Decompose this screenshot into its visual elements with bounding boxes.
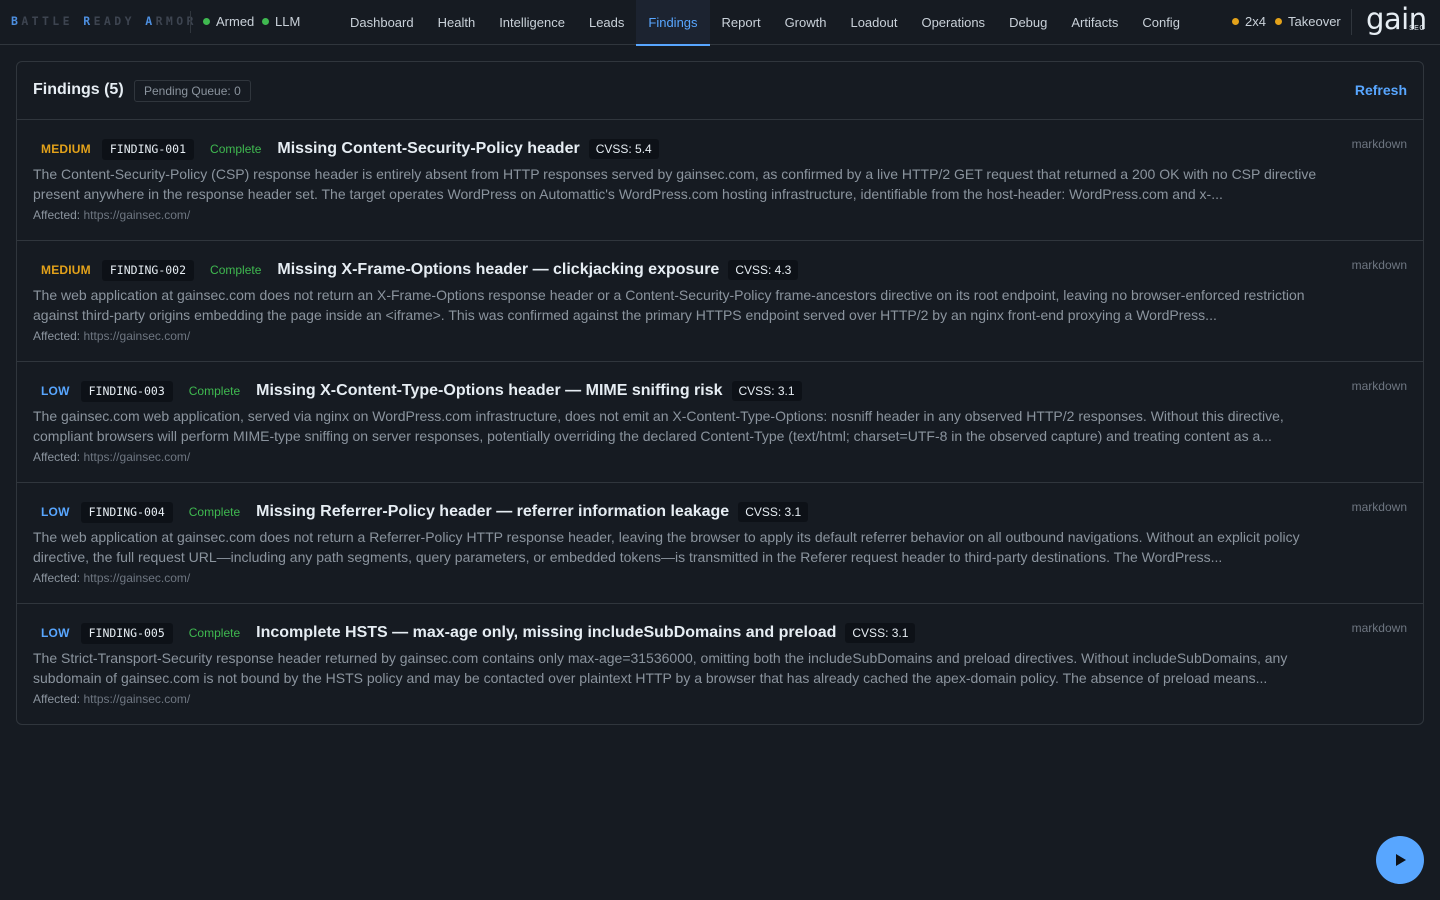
refresh-button[interactable]: Refresh (1355, 82, 1407, 98)
severity-badge: LOW (41, 505, 70, 519)
status-dot-icon (262, 18, 269, 25)
affected-label: Affected: (33, 692, 81, 706)
finding-title[interactable]: Incomplete HSTS — max-age only, missing … (256, 624, 836, 642)
brand-word: ATTLE (21, 14, 84, 28)
cvss-badge: CVSS: 3.1 (731, 381, 802, 401)
nav-tab-config[interactable]: Config (1130, 0, 1192, 45)
finding-affected: Affected: https://gainsec.com/ (33, 329, 190, 343)
gainsec-logo: gain SEC (1366, 2, 1428, 37)
finding-description: The gainsec.com web application, served … (33, 408, 1284, 444)
finding-affected: Affected: https://gainsec.com/ (33, 571, 190, 585)
status-label: Complete (210, 263, 262, 277)
affected-label: Affected: (33, 329, 81, 343)
play-icon (1396, 854, 1406, 866)
finding-affected: Affected: https://gainsec.com/ (33, 208, 190, 222)
status-label: Complete (188, 505, 241, 519)
finding-description: The web application at gainsec.com does … (33, 287, 1305, 323)
affected-url[interactable]: https://gainsec.com/ (84, 692, 191, 706)
armed-label: Armed (216, 14, 255, 29)
finding-row[interactable]: MEDIUM FINDING-002 Complete Missing X-Fr… (17, 241, 1423, 362)
nav-tab-dashboard[interactable]: Dashboard (338, 0, 426, 45)
status-dot-icon (203, 18, 210, 25)
status-dot-icon (1275, 18, 1282, 25)
finding-title[interactable]: Missing X-Content-Type-Options header — … (256, 382, 722, 400)
cvss-badge: CVSS: 5.4 (588, 139, 659, 159)
affected-url[interactable]: https://gainsec.com/ (84, 208, 191, 222)
severity-badge: MEDIUM (41, 142, 91, 156)
takeover-label: Takeover (1288, 14, 1341, 29)
grid-status[interactable]: 2x4 (1232, 14, 1266, 29)
finding-row[interactable]: LOW FINDING-003 Complete Missing X-Conte… (17, 362, 1423, 483)
finding-affected: Affected: https://gainsec.com/ (33, 450, 190, 464)
finding-id: FINDING-005 (80, 622, 173, 644)
markdown-link[interactable]: markdown (1352, 621, 1407, 635)
armed-status: Armed (203, 14, 254, 29)
status-label: Complete (210, 142, 262, 156)
finding-row[interactable]: LOW FINDING-005 Complete Incomplete HSTS… (17, 604, 1423, 725)
markdown-link[interactable]: markdown (1352, 137, 1407, 151)
finding-title[interactable]: Missing X-Frame-Options header — clickja… (277, 261, 719, 279)
finding-id: FINDING-004 (80, 501, 173, 523)
finding-description: The Strict-Transport-Security response h… (33, 650, 1288, 686)
finding-title[interactable]: Missing Referrer-Policy header — referre… (256, 503, 729, 521)
affected-url[interactable]: https://gainsec.com/ (84, 571, 191, 585)
nav-tab-artifacts[interactable]: Artifacts (1059, 0, 1130, 45)
nav-tab-health[interactable]: Health (426, 0, 488, 45)
finding-description: The web application at gainsec.com does … (33, 529, 1300, 565)
findings-panel: Findings (5) Pending Queue: 0 Refresh ME… (16, 61, 1424, 725)
nav-tab-operations[interactable]: Operations (909, 0, 997, 45)
affected-label: Affected: (33, 450, 81, 464)
panel-title: Findings (5) (33, 81, 124, 98)
nav-tab-report[interactable]: Report (710, 0, 773, 45)
brand-wordmark: BATTLE READY ARMOR (11, 14, 197, 28)
affected-label: Affected: (33, 208, 81, 222)
llm-status: LLM (262, 14, 300, 29)
finding-title[interactable]: Missing Content-Security-Policy header (277, 140, 579, 158)
markdown-link[interactable]: markdown (1352, 379, 1407, 393)
affected-url[interactable]: https://gainsec.com/ (84, 329, 191, 343)
cvss-badge: CVSS: 3.1 (845, 623, 916, 643)
markdown-link[interactable]: markdown (1352, 258, 1407, 272)
logo-subtext: SEC (1409, 25, 1425, 32)
status-label: Complete (188, 626, 241, 640)
affected-label: Affected: (33, 571, 81, 585)
finding-row[interactable]: LOW FINDING-004 Complete Missing Referre… (17, 483, 1423, 604)
main-nav: Dashboard Health Intelligence Leads Find… (338, 0, 1192, 46)
severity-badge: LOW (41, 626, 70, 640)
nav-tab-leads[interactable]: Leads (577, 0, 636, 45)
nav-tab-loadout[interactable]: Loadout (838, 0, 909, 45)
cvss-badge: CVSS: 4.3 (728, 260, 799, 280)
brand-initial: R (83, 14, 94, 28)
run-button[interactable] (1376, 836, 1424, 884)
nav-tab-intelligence[interactable]: Intelligence (487, 0, 577, 45)
top-navbar: BATTLE READY ARMOR Armed LLM Dashboard H… (0, 0, 1440, 46)
llm-label: LLM (275, 14, 301, 29)
brand-initial: A (145, 14, 156, 28)
finding-id: FINDING-003 (80, 380, 173, 402)
nav-tab-debug[interactable]: Debug (997, 0, 1059, 45)
pending-queue-badge: Pending Queue: 0 (134, 80, 251, 102)
status-label: Complete (188, 384, 241, 398)
nav-tab-findings[interactable]: Findings (636, 0, 710, 46)
finding-affected: Affected: https://gainsec.com/ (33, 692, 190, 706)
grid-label: 2x4 (1245, 14, 1266, 29)
panel-header: Findings (5) Pending Queue: 0 Refresh (17, 62, 1423, 120)
finding-id: FINDING-002 (101, 259, 195, 281)
severity-badge: MEDIUM (41, 263, 91, 277)
nav-tab-growth[interactable]: Growth (773, 0, 839, 45)
brand-initial: B (11, 14, 22, 28)
markdown-link[interactable]: markdown (1352, 500, 1407, 514)
affected-url[interactable]: https://gainsec.com/ (84, 450, 191, 464)
brand-word: EADY (93, 14, 146, 28)
finding-description: The Content-Security-Policy (CSP) respon… (33, 166, 1317, 202)
takeover-status[interactable]: Takeover (1275, 14, 1341, 29)
status-dot-icon (1232, 18, 1239, 25)
cvss-badge: CVSS: 3.1 (738, 502, 809, 522)
divider (190, 11, 191, 33)
finding-row[interactable]: MEDIUM FINDING-001 Complete Missing Cont… (17, 120, 1423, 241)
severity-badge: LOW (41, 384, 70, 398)
divider (1351, 9, 1352, 35)
finding-id: FINDING-001 (101, 138, 195, 160)
